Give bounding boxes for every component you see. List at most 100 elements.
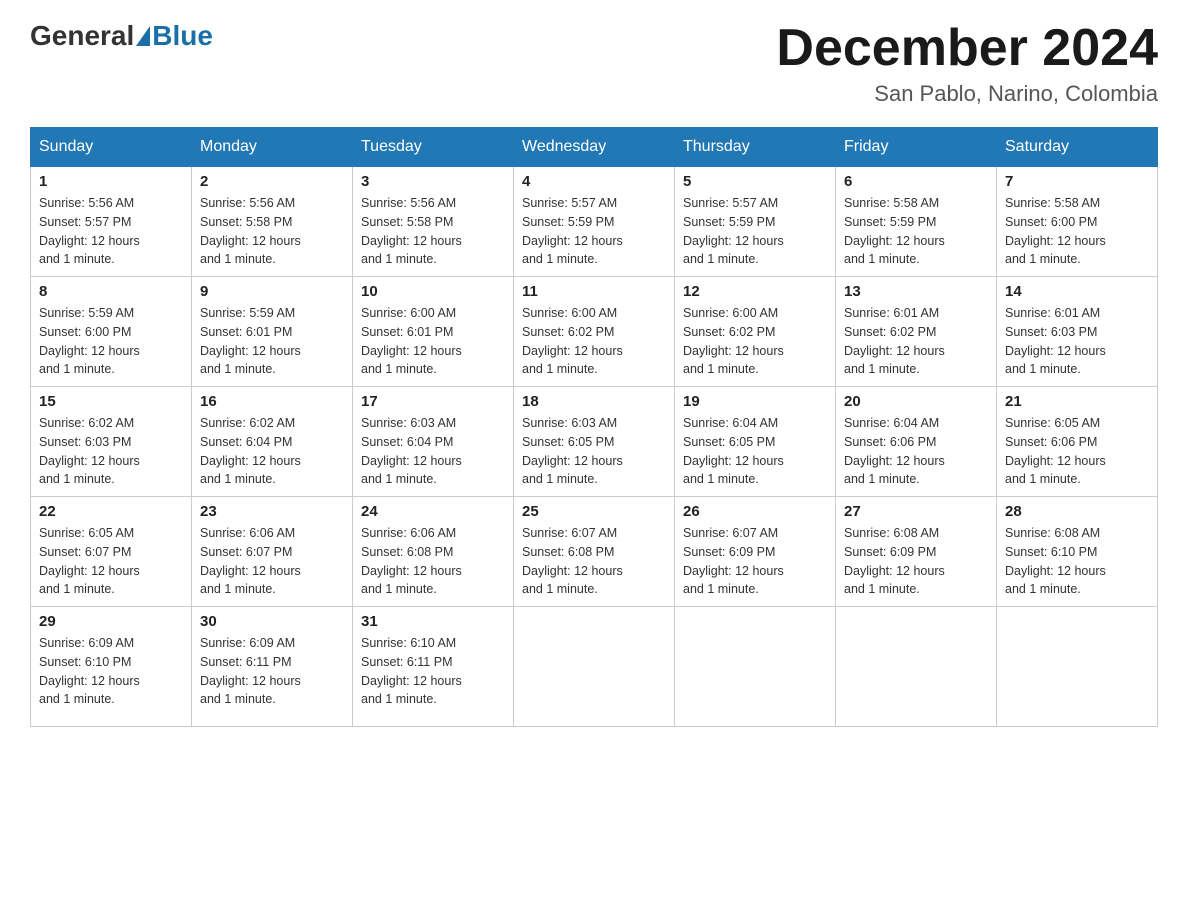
day-number: 3: [361, 173, 505, 190]
day-info: Sunrise: 5:56 AMSunset: 5:57 PMDaylight:…: [39, 196, 140, 266]
calendar-cell: 21 Sunrise: 6:05 AMSunset: 6:06 PMDaylig…: [997, 387, 1158, 497]
calendar-cell: [997, 607, 1158, 727]
header-sunday: Sunday: [31, 128, 192, 167]
logo: General Blue: [30, 20, 213, 52]
page-header: General Blue December 2024 San Pablo, Na…: [30, 20, 1158, 107]
day-info: Sunrise: 6:08 AMSunset: 6:09 PMDaylight:…: [844, 526, 945, 596]
day-number: 21: [1005, 393, 1149, 410]
day-number: 14: [1005, 283, 1149, 300]
calendar-cell: 7 Sunrise: 5:58 AMSunset: 6:00 PMDayligh…: [997, 167, 1158, 277]
calendar-cell: 19 Sunrise: 6:04 AMSunset: 6:05 PMDaylig…: [675, 387, 836, 497]
month-title: December 2024: [776, 20, 1158, 77]
day-info: Sunrise: 6:10 AMSunset: 6:11 PMDaylight:…: [361, 636, 462, 706]
calendar-cell: 10 Sunrise: 6:00 AMSunset: 6:01 PMDaylig…: [353, 277, 514, 387]
day-info: Sunrise: 5:56 AMSunset: 5:58 PMDaylight:…: [361, 196, 462, 266]
day-number: 24: [361, 503, 505, 520]
day-number: 15: [39, 393, 183, 410]
day-info: Sunrise: 6:07 AMSunset: 6:09 PMDaylight:…: [683, 526, 784, 596]
day-info: Sunrise: 6:09 AMSunset: 6:11 PMDaylight:…: [200, 636, 301, 706]
day-info: Sunrise: 6:01 AMSunset: 6:03 PMDaylight:…: [1005, 306, 1106, 376]
day-number: 4: [522, 173, 666, 190]
day-info: Sunrise: 5:59 AMSunset: 6:01 PMDaylight:…: [200, 306, 301, 376]
calendar-cell: 6 Sunrise: 5:58 AMSunset: 5:59 PMDayligh…: [836, 167, 997, 277]
day-info: Sunrise: 6:02 AMSunset: 6:04 PMDaylight:…: [200, 416, 301, 486]
calendar-cell: 18 Sunrise: 6:03 AMSunset: 6:05 PMDaylig…: [514, 387, 675, 497]
calendar-cell: [836, 607, 997, 727]
week-row-3: 15 Sunrise: 6:02 AMSunset: 6:03 PMDaylig…: [31, 387, 1158, 497]
day-number: 11: [522, 283, 666, 300]
day-info: Sunrise: 6:09 AMSunset: 6:10 PMDaylight:…: [39, 636, 140, 706]
day-number: 23: [200, 503, 344, 520]
day-info: Sunrise: 6:03 AMSunset: 6:04 PMDaylight:…: [361, 416, 462, 486]
day-info: Sunrise: 6:05 AMSunset: 6:07 PMDaylight:…: [39, 526, 140, 596]
day-info: Sunrise: 6:00 AMSunset: 6:01 PMDaylight:…: [361, 306, 462, 376]
day-number: 12: [683, 283, 827, 300]
day-number: 29: [39, 613, 183, 630]
week-row-4: 22 Sunrise: 6:05 AMSunset: 6:07 PMDaylig…: [31, 497, 1158, 607]
calendar-cell: 4 Sunrise: 5:57 AMSunset: 5:59 PMDayligh…: [514, 167, 675, 277]
day-number: 6: [844, 173, 988, 190]
day-number: 22: [39, 503, 183, 520]
calendar-cell: 25 Sunrise: 6:07 AMSunset: 6:08 PMDaylig…: [514, 497, 675, 607]
calendar-cell: 27 Sunrise: 6:08 AMSunset: 6:09 PMDaylig…: [836, 497, 997, 607]
day-info: Sunrise: 5:57 AMSunset: 5:59 PMDaylight:…: [683, 196, 784, 266]
day-info: Sunrise: 6:04 AMSunset: 6:05 PMDaylight:…: [683, 416, 784, 486]
day-info: Sunrise: 5:56 AMSunset: 5:58 PMDaylight:…: [200, 196, 301, 266]
calendar-cell: [675, 607, 836, 727]
day-number: 28: [1005, 503, 1149, 520]
calendar-cell: 30 Sunrise: 6:09 AMSunset: 6:11 PMDaylig…: [192, 607, 353, 727]
day-number: 25: [522, 503, 666, 520]
day-number: 10: [361, 283, 505, 300]
calendar-cell: 13 Sunrise: 6:01 AMSunset: 6:02 PMDaylig…: [836, 277, 997, 387]
calendar-cell: 8 Sunrise: 5:59 AMSunset: 6:00 PMDayligh…: [31, 277, 192, 387]
day-number: 1: [39, 173, 183, 190]
day-info: Sunrise: 6:06 AMSunset: 6:07 PMDaylight:…: [200, 526, 301, 596]
day-info: Sunrise: 6:05 AMSunset: 6:06 PMDaylight:…: [1005, 416, 1106, 486]
calendar-cell: 28 Sunrise: 6:08 AMSunset: 6:10 PMDaylig…: [997, 497, 1158, 607]
calendar-cell: 20 Sunrise: 6:04 AMSunset: 6:06 PMDaylig…: [836, 387, 997, 497]
location-subtitle: San Pablo, Narino, Colombia: [776, 81, 1158, 107]
weekday-header-row: Sunday Monday Tuesday Wednesday Thursday…: [31, 128, 1158, 167]
day-info: Sunrise: 6:08 AMSunset: 6:10 PMDaylight:…: [1005, 526, 1106, 596]
calendar-cell: 2 Sunrise: 5:56 AMSunset: 5:58 PMDayligh…: [192, 167, 353, 277]
day-info: Sunrise: 6:00 AMSunset: 6:02 PMDaylight:…: [683, 306, 784, 376]
day-number: 18: [522, 393, 666, 410]
day-info: Sunrise: 5:59 AMSunset: 6:00 PMDaylight:…: [39, 306, 140, 376]
calendar-cell: 15 Sunrise: 6:02 AMSunset: 6:03 PMDaylig…: [31, 387, 192, 497]
calendar-cell: 16 Sunrise: 6:02 AMSunset: 6:04 PMDaylig…: [192, 387, 353, 497]
day-number: 17: [361, 393, 505, 410]
day-number: 16: [200, 393, 344, 410]
week-row-1: 1 Sunrise: 5:56 AMSunset: 5:57 PMDayligh…: [31, 167, 1158, 277]
calendar-cell: 14 Sunrise: 6:01 AMSunset: 6:03 PMDaylig…: [997, 277, 1158, 387]
logo-blue-text: Blue: [152, 20, 213, 52]
day-number: 8: [39, 283, 183, 300]
calendar-cell: 24 Sunrise: 6:06 AMSunset: 6:08 PMDaylig…: [353, 497, 514, 607]
calendar-cell: 29 Sunrise: 6:09 AMSunset: 6:10 PMDaylig…: [31, 607, 192, 727]
calendar-cell: 1 Sunrise: 5:56 AMSunset: 5:57 PMDayligh…: [31, 167, 192, 277]
header-friday: Friday: [836, 128, 997, 167]
day-number: 20: [844, 393, 988, 410]
header-saturday: Saturday: [997, 128, 1158, 167]
day-info: Sunrise: 6:00 AMSunset: 6:02 PMDaylight:…: [522, 306, 623, 376]
calendar-cell: 9 Sunrise: 5:59 AMSunset: 6:01 PMDayligh…: [192, 277, 353, 387]
calendar-cell: 31 Sunrise: 6:10 AMSunset: 6:11 PMDaylig…: [353, 607, 514, 727]
day-info: Sunrise: 5:57 AMSunset: 5:59 PMDaylight:…: [522, 196, 623, 266]
logo-triangle-icon: [136, 26, 150, 46]
calendar-cell: [514, 607, 675, 727]
calendar-cell: 26 Sunrise: 6:07 AMSunset: 6:09 PMDaylig…: [675, 497, 836, 607]
day-number: 5: [683, 173, 827, 190]
header-monday: Monday: [192, 128, 353, 167]
calendar-table: Sunday Monday Tuesday Wednesday Thursday…: [30, 127, 1158, 727]
calendar-cell: 3 Sunrise: 5:56 AMSunset: 5:58 PMDayligh…: [353, 167, 514, 277]
header-tuesday: Tuesday: [353, 128, 514, 167]
day-number: 30: [200, 613, 344, 630]
calendar-cell: 23 Sunrise: 6:06 AMSunset: 6:07 PMDaylig…: [192, 497, 353, 607]
day-number: 7: [1005, 173, 1149, 190]
day-info: Sunrise: 6:01 AMSunset: 6:02 PMDaylight:…: [844, 306, 945, 376]
week-row-5: 29 Sunrise: 6:09 AMSunset: 6:10 PMDaylig…: [31, 607, 1158, 727]
day-info: Sunrise: 6:03 AMSunset: 6:05 PMDaylight:…: [522, 416, 623, 486]
day-number: 13: [844, 283, 988, 300]
day-number: 31: [361, 613, 505, 630]
logo-general-text: General: [30, 20, 134, 52]
day-number: 19: [683, 393, 827, 410]
